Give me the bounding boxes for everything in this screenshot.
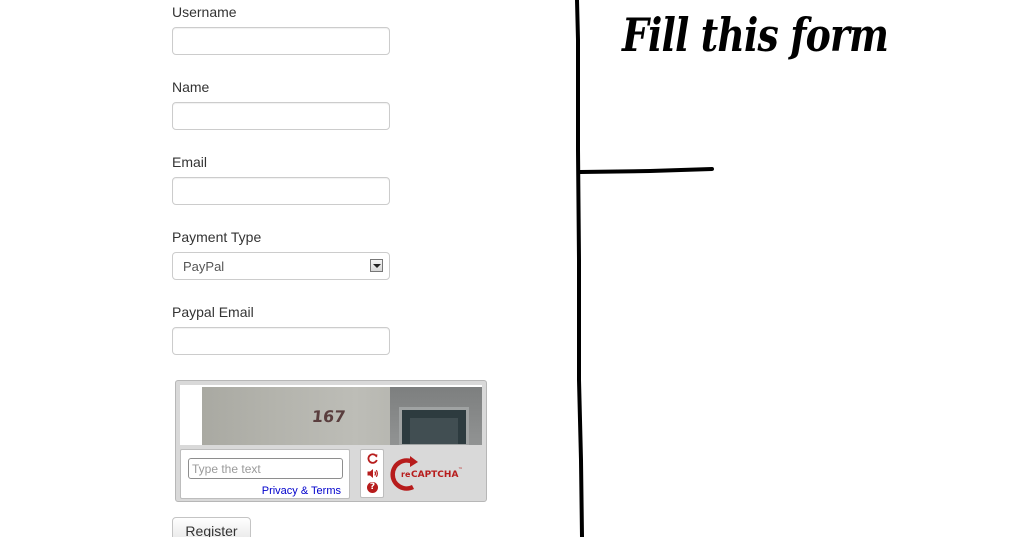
- captcha-image-number: 167: [311, 407, 347, 426]
- captcha-input-panel: Privacy & Terms: [180, 449, 350, 499]
- annotation-vertical-line: [575, 0, 584, 537]
- captcha-image-frame: 167: [180, 385, 482, 445]
- annotation-lines: [575, 0, 714, 537]
- page: Username Name Email Payment Type PayPal …: [0, 0, 1023, 537]
- chevron-down-icon[interactable]: [370, 259, 383, 272]
- email-label: Email: [172, 154, 208, 170]
- refresh-icon[interactable]: [366, 452, 379, 465]
- name-label: Name: [172, 79, 210, 95]
- paypal-email-label: Paypal Email: [172, 304, 254, 320]
- recaptcha-logo-tm: ™: [458, 467, 463, 473]
- captcha-response-input[interactable]: [188, 458, 343, 479]
- register-button[interactable]: Register: [172, 517, 251, 537]
- paypal-email-input[interactable]: [172, 327, 390, 355]
- captcha-controls: ?: [360, 449, 384, 498]
- username-input[interactable]: [172, 27, 390, 55]
- payment-type-label: Payment Type: [172, 229, 262, 245]
- payment-type-select[interactable]: PayPal: [172, 252, 390, 280]
- name-input[interactable]: [172, 102, 390, 130]
- audio-icon[interactable]: [366, 467, 379, 480]
- annotation-panel: Fill this form: [560, 0, 1023, 537]
- recaptcha-widget: 167 Privacy & Terms: [175, 380, 487, 502]
- annotation-heading: Fill this form: [622, 8, 889, 62]
- help-icon[interactable]: ?: [367, 482, 378, 493]
- annotation-horizontal-line: [578, 167, 714, 174]
- email-input[interactable]: [172, 177, 390, 205]
- recaptcha-logo: re CAPTCHA ™: [390, 456, 463, 491]
- recaptcha-logo-text: CAPTCHA: [411, 470, 458, 480]
- recaptcha-logo-re: re: [401, 470, 411, 479]
- payment-type-value: PayPal: [183, 259, 225, 274]
- captcha-image: 167: [202, 387, 482, 445]
- captcha-image-window: [399, 407, 469, 445]
- username-label: Username: [172, 4, 237, 20]
- privacy-terms-link[interactable]: Privacy & Terms: [262, 485, 341, 497]
